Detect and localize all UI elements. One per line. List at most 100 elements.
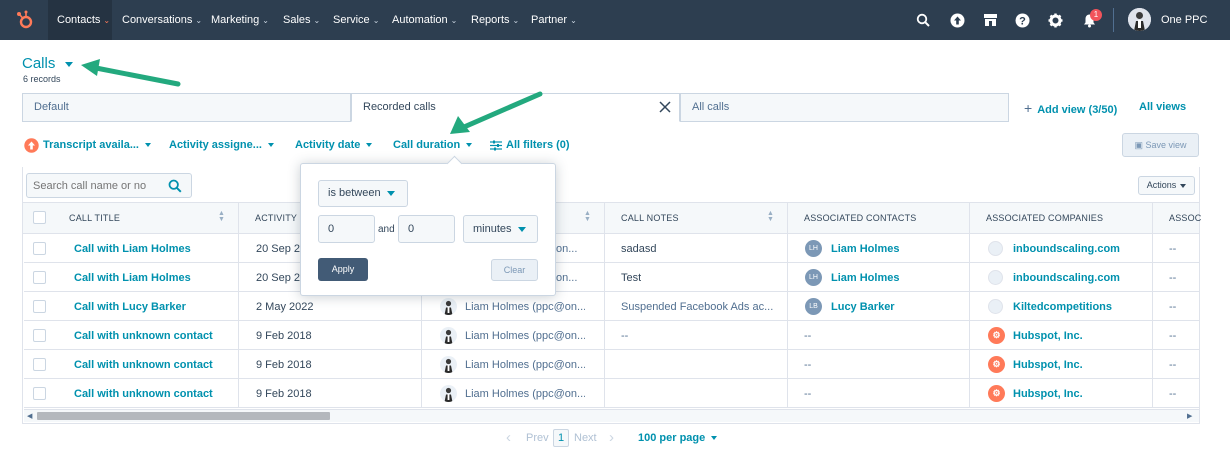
- clear-button[interactable]: Clear: [491, 259, 538, 281]
- call-title-link[interactable]: Call with unknown contact: [74, 357, 213, 373]
- company-link[interactable]: inboundscaling.com: [1013, 270, 1120, 286]
- search-input[interactable]: [33, 178, 155, 194]
- per-page-dropdown[interactable]: 100 per page: [638, 432, 718, 444]
- sort-icon[interactable]: ▲ ▼: [218, 210, 225, 223]
- sort-icon[interactable]: ▲ ▼: [767, 210, 774, 223]
- account-name[interactable]: One PPC: [1161, 0, 1207, 40]
- nav-item-partner[interactable]: Partner ⌄: [531, 0, 577, 40]
- call-notes: Suspended Facebook Ads ac...: [621, 301, 774, 313]
- call-title-link[interactable]: Call with Lucy Barker: [74, 299, 186, 315]
- nav-item-contacts[interactable]: Contacts ⌄: [48, 0, 112, 40]
- scroll-right-arrow-icon[interactable]: ▶: [1187, 412, 1192, 420]
- chevron-down-icon: ⌄: [372, 16, 380, 25]
- hubspot-logo-icon[interactable]: [14, 9, 36, 31]
- company-link[interactable]: Hubspot, Inc.: [1013, 386, 1083, 402]
- activity-assignee: on...: [556, 272, 578, 284]
- operator-select[interactable]: is between: [318, 180, 408, 207]
- all-filters-button[interactable]: All filters (0): [506, 139, 570, 153]
- apply-button[interactable]: Apply: [318, 258, 368, 281]
- marketplace-icon[interactable]: [980, 10, 1000, 30]
- pagination-prev-chevron-icon[interactable]: ‹: [506, 429, 511, 446]
- extra-cell: --: [1169, 330, 1177, 342]
- row-checkbox[interactable]: [33, 300, 46, 313]
- company-globe-icon: [988, 299, 1003, 314]
- row-checkbox[interactable]: [33, 242, 46, 255]
- row-checkbox[interactable]: [33, 271, 46, 284]
- column-header-activity-date[interactable]: ACTIVITY D: [255, 202, 306, 234]
- activity-assignee: Liam Holmes (ppc@on...: [465, 301, 585, 313]
- nav-divider: [1113, 8, 1114, 32]
- save-view-button[interactable]: ▣ Save view: [1122, 133, 1199, 157]
- activity-date: 2 May 2022: [256, 301, 314, 313]
- page-title[interactable]: Calls: [22, 55, 73, 72]
- call-title-link[interactable]: Call with Liam Holmes: [74, 241, 191, 257]
- chevron-down-icon: ⌄: [450, 16, 458, 25]
- nav-item-automation[interactable]: Automation ⌄: [392, 0, 457, 40]
- search-icon[interactable]: [168, 179, 182, 193]
- duration-max-input[interactable]: [398, 215, 455, 243]
- chevron-down-icon: ⌄: [570, 16, 577, 25]
- activity-date: 9 Feb 2018: [256, 330, 312, 342]
- scroll-left-arrow-icon[interactable]: ◀: [27, 412, 32, 420]
- filter-activity-date[interactable]: Activity date: [295, 139, 373, 153]
- plus-icon: +: [1024, 100, 1033, 116]
- duration-min-input[interactable]: [318, 215, 375, 243]
- record-count: 6 records: [23, 74, 61, 84]
- settings-gear-icon[interactable]: [1045, 10, 1065, 30]
- nav-item-conversations[interactable]: Conversations ⌄: [122, 0, 202, 40]
- nav-item-reports[interactable]: Reports ⌄: [471, 0, 519, 40]
- hubspot-company-icon: ⚙: [988, 327, 1005, 344]
- company-link[interactable]: Hubspot, Inc.: [1013, 328, 1083, 344]
- transcript-upgrade-icon: [24, 138, 39, 153]
- contact-link[interactable]: Liam Holmes: [831, 241, 899, 257]
- filter-call-duration[interactable]: Call duration: [393, 139, 473, 153]
- actions-dropdown[interactable]: Actions: [1138, 176, 1195, 195]
- company-link[interactable]: Kiltedcompetitions: [1013, 299, 1112, 315]
- horizontal-scrollbar[interactable]: ◀ ▶: [24, 409, 1199, 422]
- nav-item-sales[interactable]: Sales ⌄: [283, 0, 320, 40]
- close-tab-icon[interactable]: [659, 101, 671, 113]
- column-header-associated-contacts[interactable]: ASSOCIATED CONTACTS: [804, 202, 916, 234]
- select-all-checkbox[interactable]: [33, 211, 46, 224]
- contact-link[interactable]: Liam Holmes: [831, 270, 899, 286]
- scrollbar-thumb[interactable]: [37, 412, 330, 420]
- column-header-call-notes[interactable]: CALL NOTES: [621, 202, 679, 234]
- upgrade-arrow-icon[interactable]: [947, 10, 967, 30]
- company-link[interactable]: Hubspot, Inc.: [1013, 357, 1083, 373]
- pagination-prev[interactable]: Prev: [526, 432, 549, 444]
- column-header-associated-more[interactable]: ASSOC: [1169, 202, 1202, 234]
- call-title-link[interactable]: Call with unknown contact: [74, 386, 213, 402]
- unit-select[interactable]: minutes: [463, 215, 538, 243]
- caret-down-icon: [64, 61, 73, 67]
- column-header-call-title[interactable]: CALL TITLE: [69, 202, 120, 234]
- chevron-down-icon: ⌄: [512, 16, 520, 25]
- add-view-button[interactable]: + Add view (3/50): [1024, 100, 1117, 116]
- contact-link[interactable]: Lucy Barker: [831, 299, 895, 315]
- extra-cell: --: [1169, 359, 1177, 371]
- caret-down-icon: [145, 143, 151, 148]
- call-title-link[interactable]: Call with Liam Holmes: [74, 270, 191, 286]
- pagination-page-current[interactable]: 1: [553, 429, 569, 447]
- account-avatar[interactable]: [1128, 8, 1151, 31]
- tab-all-calls[interactable]: All calls: [680, 93, 1009, 122]
- row-checkbox[interactable]: [33, 387, 46, 400]
- search-icon[interactable]: [913, 10, 933, 30]
- row-checkbox[interactable]: [33, 329, 46, 342]
- filter-transcript-available[interactable]: Transcript availa...: [43, 139, 151, 153]
- and-label: and: [378, 224, 395, 235]
- contact-avatar: LB: [805, 298, 822, 315]
- pagination-next-chevron-icon[interactable]: ›: [609, 429, 614, 446]
- nav-item-service[interactable]: Service ⌄: [333, 0, 379, 40]
- help-icon[interactable]: ?: [1012, 10, 1032, 30]
- column-header-associated-companies[interactable]: ASSOCIATED COMPANIES: [986, 202, 1103, 234]
- pagination-next[interactable]: Next: [574, 432, 597, 444]
- call-title-link[interactable]: Call with unknown contact: [74, 328, 213, 344]
- filter-activity-assignee[interactable]: Activity assigne...: [169, 139, 274, 153]
- sort-icon[interactable]: ▲ ▼: [584, 210, 591, 223]
- tab-default[interactable]: Default: [22, 93, 351, 122]
- company-link[interactable]: inboundscaling.com: [1013, 241, 1120, 257]
- nav-item-marketing[interactable]: Marketing ⌄: [211, 0, 269, 40]
- all-views-link[interactable]: All views: [1139, 101, 1186, 113]
- search-box[interactable]: [26, 173, 192, 198]
- row-checkbox[interactable]: [33, 358, 46, 371]
